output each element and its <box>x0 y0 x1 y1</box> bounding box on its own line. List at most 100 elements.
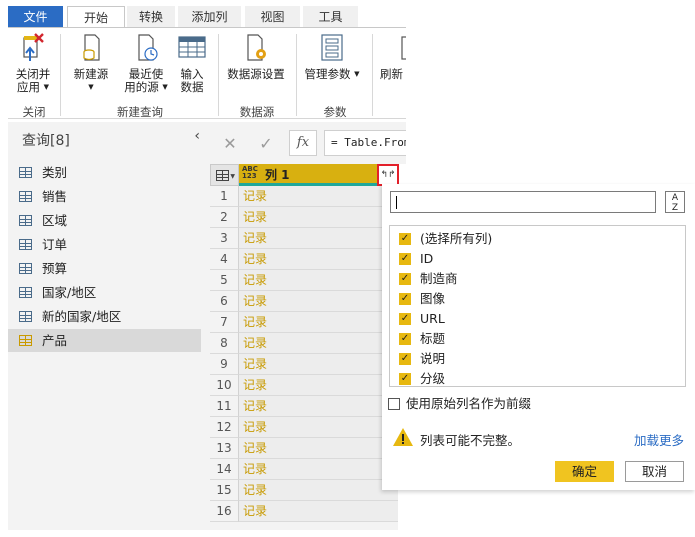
table-icon <box>19 167 32 178</box>
record-cell[interactable]: 记录 <box>239 438 398 459</box>
record-cell[interactable]: 记录 <box>239 207 398 228</box>
column-name: 列 1 <box>265 168 290 182</box>
table-icon <box>19 263 32 274</box>
close-apply-label-2: 应用 ▼ <box>16 80 50 94</box>
query-item-region[interactable]: 区域 <box>8 209 201 232</box>
checkbox-checked-icon[interactable]: ✓ <box>399 353 411 365</box>
close-apply-icon <box>19 32 47 64</box>
table-row[interactable]: 12 记录 <box>210 417 398 438</box>
row-number: 16 <box>210 501 239 522</box>
query-item-category[interactable]: 类别 <box>8 161 201 184</box>
manage-parameters-button[interactable]: 管理参数 ▼ <box>304 32 360 81</box>
table-menu-button[interactable]: ▼ <box>210 164 239 186</box>
cancel-formula-icon[interactable]: ✕ <box>216 132 244 156</box>
load-more-link[interactable]: 加载更多 <box>634 430 684 449</box>
table-icon <box>19 215 32 226</box>
recent-sources-button[interactable]: 最近使 用的源 ▼ <box>118 32 174 94</box>
record-cell[interactable]: 记录 <box>239 186 398 207</box>
enter-data-label-2: 数据 <box>180 80 204 94</box>
table-row[interactable]: 3 记录 <box>210 228 398 249</box>
query-item-sales[interactable]: 销售 <box>8 185 201 208</box>
record-cell[interactable]: 记录 <box>239 333 398 354</box>
tab-transform[interactable]: 转换 <box>127 6 175 28</box>
table-row[interactable]: 14 记录 <box>210 459 398 480</box>
formula-bar: ✕ ✓ fx = Table.From <box>208 122 406 164</box>
record-cell[interactable]: 记录 <box>239 270 398 291</box>
table-row[interactable]: 11 记录 <box>210 396 398 417</box>
record-cell[interactable]: 记录 <box>239 354 398 375</box>
record-cell[interactable]: 记录 <box>239 375 398 396</box>
data-source-settings-button[interactable]: 数据源设置 <box>222 32 290 81</box>
warning-icon <box>392 427 414 447</box>
ok-button[interactable]: 确定 <box>555 461 614 482</box>
tab-view[interactable]: 视图 <box>245 6 300 28</box>
enter-data-button[interactable]: 输入 数据 <box>174 32 210 94</box>
chevron-down-icon: ▼ <box>230 173 235 180</box>
checkbox-checked-icon[interactable]: ✓ <box>399 233 411 245</box>
sort-az-icon: AZ <box>671 193 679 213</box>
table-row[interactable]: 2 记录 <box>210 207 398 228</box>
fx-icon[interactable]: fx <box>289 130 317 156</box>
checkbox-checked-icon[interactable]: ✓ <box>399 373 411 385</box>
new-source-button[interactable]: 新建源 ▼ <box>68 32 114 94</box>
queries-header: 查询[8] <box>22 133 70 149</box>
table-row[interactable]: 8 记录 <box>210 333 398 354</box>
tab-home[interactable]: 开始 <box>67 6 125 29</box>
record-cell[interactable]: 记录 <box>239 291 398 312</box>
record-cell[interactable]: 记录 <box>239 396 398 417</box>
checkbox-checked-icon[interactable]: ✓ <box>399 333 411 345</box>
tab-tools[interactable]: 工具 <box>303 6 358 28</box>
table-row[interactable]: 6 记录 <box>210 291 398 312</box>
query-item-country[interactable]: 国家/地区 <box>8 281 201 304</box>
query-item-budget[interactable]: 预算 <box>8 257 201 280</box>
refresh-label: 刷新 <box>380 67 403 81</box>
tab-add-column[interactable]: 添加列 <box>178 6 241 28</box>
table-row[interactable]: 7 记录 <box>210 312 398 333</box>
table-row[interactable]: 10 记录 <box>210 375 398 396</box>
record-cell[interactable]: 记录 <box>239 312 398 333</box>
record-cell[interactable]: 记录 <box>239 459 398 480</box>
table-row[interactable]: 16 记录 <box>210 501 398 522</box>
checkbox-checked-icon[interactable]: ✓ <box>399 273 411 285</box>
table-row[interactable]: 9 记录 <box>210 354 398 375</box>
record-cell[interactable]: 记录 <box>239 501 398 522</box>
column-header[interactable]: ABC 123 列 1 <box>239 164 398 186</box>
query-item-orders[interactable]: 订单 <box>8 233 201 256</box>
refresh-icon <box>392 32 406 64</box>
table-row[interactable]: 13 记录 <box>210 438 398 459</box>
record-cell[interactable]: 记录 <box>239 417 398 438</box>
record-cell[interactable]: 记录 <box>239 249 398 270</box>
search-input[interactable] <box>390 191 656 213</box>
expand-column-button[interactable]: ↰↱ <box>377 164 399 186</box>
formula-input[interactable]: = Table.From <box>324 130 406 156</box>
chevron-down-icon: ▼ <box>88 83 94 91</box>
new-source-label: 新建源 <box>73 67 109 81</box>
table-row[interactable]: 15 记录 <box>210 480 398 501</box>
checkbox-checked-icon[interactable]: ✓ <box>399 293 411 305</box>
group-label-data-sources: 数据源 <box>239 105 275 119</box>
row-number: 12 <box>210 417 239 438</box>
commit-formula-icon[interactable]: ✓ <box>252 132 280 156</box>
record-cell[interactable]: 记录 <box>239 228 398 249</box>
query-item-products[interactable]: 产品 <box>8 329 201 352</box>
sort-az-button[interactable]: AZ <box>665 191 685 213</box>
tab-file[interactable]: 文件 <box>8 6 63 28</box>
table-row[interactable]: 1 记录 <box>210 186 398 207</box>
row-number: 1 <box>210 186 239 207</box>
recent-sources-label-2: 用的源 ▼ <box>124 80 168 94</box>
table-row[interactable]: 5 记录 <box>210 270 398 291</box>
table-icon <box>19 287 32 298</box>
cancel-button[interactable]: 取消 <box>625 461 684 482</box>
refresh-button[interactable]: 刷新 <box>380 32 406 81</box>
chevron-left-icon[interactable]: ‹ <box>194 128 200 144</box>
recent-sources-icon <box>132 32 160 64</box>
expand-arrows-icon: ↰↱ <box>380 170 396 180</box>
checkbox-checked-icon[interactable]: ✓ <box>399 253 411 265</box>
data-source-settings-label: 数据源设置 <box>227 67 285 81</box>
table-row[interactable]: 4 记录 <box>210 249 398 270</box>
close-apply-button[interactable]: 关闭并 应用 ▼ <box>10 32 56 94</box>
query-item-new-country[interactable]: 新的国家/地区 <box>8 305 201 328</box>
record-cell[interactable]: 记录 <box>239 480 398 501</box>
checkbox-checked-icon[interactable]: ✓ <box>399 313 411 325</box>
checkbox-unchecked-icon[interactable] <box>388 398 400 410</box>
